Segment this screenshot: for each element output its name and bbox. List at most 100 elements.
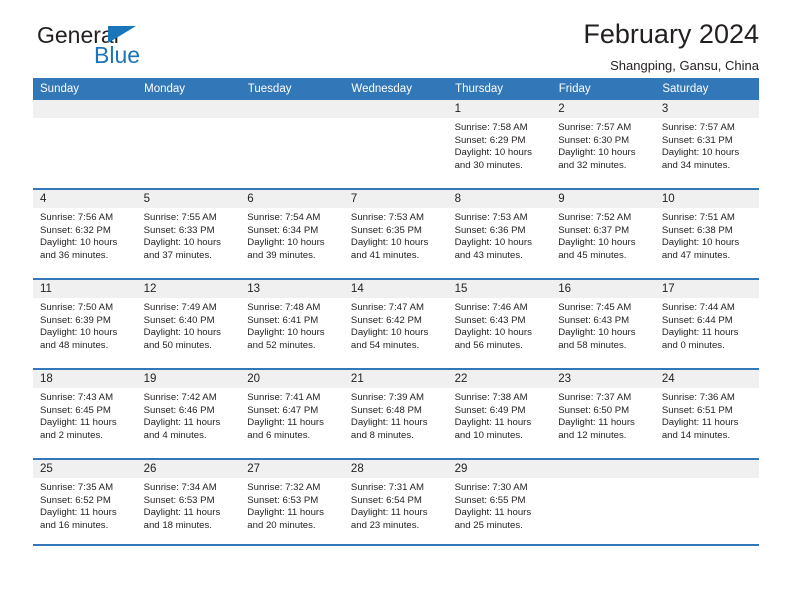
sunrise-text: Sunrise: 7:57 AM: [661, 122, 735, 133]
calendar-cell-day[interactable]: 9 Sunrise: 7:52 AM Sunset: 6:37 PM Daylight…: [551, 189, 655, 280]
daylight-text: Daylight: 10 hours and 52 minutes.: [247, 327, 325, 351]
calendar-cell-day[interactable]: 20 Sunrise: 7:41 AM Sunset: 6:47 PM Dayligh…: [240, 369, 344, 460]
sunset-text: Sunset: 6:41 PM: [247, 314, 319, 326]
day-details: Sunrise: 7:36 AM Sunset: 6:51 PM Daylight:…: [655, 388, 759, 442]
day-number: 10: [654, 190, 759, 208]
daylight-text: Daylight: 10 hours and 48 minutes.: [40, 327, 118, 351]
calendar-cell-day[interactable]: 17 Sunrise: 7:44 AM Sunset: 6:44 PM Dayligh…: [654, 279, 759, 370]
page-title: February 2024: [583, 19, 759, 49]
day-details: Sunrise: 7:31 AM Sunset: 6:54 PM Daylight:…: [344, 478, 448, 532]
calendar-cell-day[interactable]: 10 Sunrise: 7:51 AM Sunset: 6:38 PM Dayligh…: [654, 189, 759, 280]
calendar-cell-empty: [551, 459, 655, 546]
calendar-cell-day[interactable]: 21 Sunrise: 7:39 AM Sunset: 6:48 PM Dayligh…: [343, 369, 448, 460]
sunrise-text: Sunrise: 7:31 AM: [350, 482, 424, 493]
daylight-text: Daylight: 10 hours and 56 minutes.: [454, 327, 532, 351]
calendar-cell-day[interactable]: 28 Sunrise: 7:31 AM Sunset: 6:54 PM Dayligh…: [343, 459, 448, 546]
calendar-cell-day[interactable]: 8 Sunrise: 7:53 AM Sunset: 6:36 PM Daylight…: [447, 189, 552, 280]
calendar-cell-day[interactable]: 18 Sunrise: 7:43 AM Sunset: 6:45 PM Dayligh…: [33, 369, 137, 460]
weekday-header-sunday: Sunday: [33, 78, 138, 100]
calendar-cell-day[interactable]: 1 Sunrise: 7:58 AM Sunset: 6:29 PM Daylight…: [447, 100, 552, 190]
calendar-cell-empty: [240, 100, 344, 190]
day-details: Sunrise: 7:58 AM Sunset: 6:29 PM Daylight:…: [448, 118, 552, 172]
calendar-cell-day[interactable]: 4 Sunrise: 7:56 AM Sunset: 6:32 PM Daylight…: [33, 189, 137, 280]
daylight-text: Daylight: 11 hours and 16 minutes.: [40, 507, 117, 531]
day-details: Sunrise: 7:49 AM Sunset: 6:40 PM Daylight:…: [137, 298, 241, 352]
calendar-cell-day[interactable]: 3 Sunrise: 7:57 AM Sunset: 6:31 PM Daylight…: [654, 100, 759, 190]
daylight-text: Daylight: 11 hours and 4 minutes.: [143, 417, 221, 441]
calendar-cell-day[interactable]: 12 Sunrise: 7:49 AM Sunset: 6:40 PM Dayligh…: [136, 279, 241, 370]
sunset-text: Sunset: 6:53 PM: [143, 494, 215, 506]
day-details: Sunrise: 7:47 AM Sunset: 6:42 PM Daylight:…: [344, 298, 448, 352]
sunrise-text: Sunrise: 7:52 AM: [558, 212, 632, 223]
daylight-text: Daylight: 10 hours and 50 minutes.: [143, 327, 221, 351]
weekday-header-tuesday: Tuesday: [240, 78, 345, 100]
calendar-cell-day[interactable]: 19 Sunrise: 7:42 AM Sunset: 6:46 PM Dayligh…: [136, 369, 241, 460]
calendar-body: 1 Sunrise: 7:58 AM Sunset: 6:29 PM Daylight…: [33, 100, 759, 546]
day-number: 21: [343, 370, 448, 388]
calendar-cell-day[interactable]: 26 Sunrise: 7:34 AM Sunset: 6:53 PM Dayligh…: [136, 459, 241, 546]
weekday-header-friday: Friday: [551, 78, 656, 100]
calendar-cell-day[interactable]: 24 Sunrise: 7:36 AM Sunset: 6:51 PM Dayligh…: [654, 369, 759, 460]
day-number: 19: [136, 370, 241, 388]
sunrise-text: Sunrise: 7:50 AM: [40, 302, 114, 313]
calendar-cell-day[interactable]: 22 Sunrise: 7:38 AM Sunset: 6:49 PM Dayligh…: [447, 369, 552, 460]
sunset-text: Sunset: 6:38 PM: [661, 224, 733, 236]
sunset-text: Sunset: 6:37 PM: [558, 224, 630, 236]
brand-logo[interactable]: General Blue: [37, 22, 237, 74]
sunset-text: Sunset: 6:52 PM: [40, 494, 111, 506]
day-number: 12: [136, 280, 241, 298]
day-number: 18: [33, 370, 137, 388]
daylight-text: Daylight: 10 hours and 47 minutes.: [661, 237, 740, 261]
sunrise-text: Sunrise: 7:43 AM: [40, 392, 114, 403]
sunrise-text: Sunrise: 7:39 AM: [350, 392, 424, 403]
daylight-text: Daylight: 10 hours and 45 minutes.: [558, 237, 636, 261]
calendar-table: Sunday Monday Tuesday Wednesday Thursday…: [33, 78, 759, 546]
day-number: [240, 100, 344, 118]
day-number: 8: [447, 190, 552, 208]
day-number: 7: [343, 190, 448, 208]
calendar-cell-day[interactable]: 23 Sunrise: 7:37 AM Sunset: 6:50 PM Dayligh…: [551, 369, 655, 460]
calendar-cell-day[interactable]: 11 Sunrise: 7:50 AM Sunset: 6:39 PM Dayligh…: [33, 279, 137, 370]
sunset-text: Sunset: 6:31 PM: [661, 134, 733, 146]
sunset-text: Sunset: 6:40 PM: [143, 314, 215, 326]
calendar-cell-day[interactable]: 16 Sunrise: 7:45 AM Sunset: 6:43 PM Dayligh…: [551, 279, 655, 370]
calendar-cell-day[interactable]: 27 Sunrise: 7:32 AM Sunset: 6:53 PM Dayligh…: [240, 459, 344, 546]
weekday-header-wednesday: Wednesday: [343, 78, 449, 100]
day-number: 27: [240, 460, 344, 478]
daylight-text: Daylight: 10 hours and 30 minutes.: [454, 147, 532, 171]
calendar-cell-day[interactable]: 15 Sunrise: 7:46 AM Sunset: 6:43 PM Dayligh…: [447, 279, 552, 370]
sunset-text: Sunset: 6:51 PM: [661, 404, 733, 416]
day-number: 2: [551, 100, 655, 118]
sunset-text: Sunset: 6:44 PM: [661, 314, 733, 326]
sunrise-text: Sunrise: 7:57 AM: [558, 122, 632, 133]
calendar-cell-day[interactable]: 13 Sunrise: 7:48 AM Sunset: 6:41 PM Dayligh…: [240, 279, 344, 370]
day-details: Sunrise: 7:39 AM Sunset: 6:48 PM Daylight:…: [344, 388, 448, 442]
calendar-cell-empty: [136, 100, 241, 190]
sunrise-text: Sunrise: 7:36 AM: [661, 392, 735, 403]
title-block: February 2024 Shangping, Gansu, China: [583, 18, 759, 75]
calendar-week-row: 11 Sunrise: 7:50 AM Sunset: 6:39 PM Dayligh…: [33, 279, 759, 370]
day-details: Sunrise: 7:50 AM Sunset: 6:39 PM Daylight:…: [33, 298, 137, 352]
day-number: [654, 460, 759, 478]
calendar-cell-day[interactable]: 29 Sunrise: 7:30 AM Sunset: 6:55 PM Dayligh…: [447, 459, 552, 546]
daylight-text: Daylight: 11 hours and 25 minutes.: [454, 507, 532, 531]
sunset-text: Sunset: 6:32 PM: [40, 224, 111, 236]
day-details: Sunrise: 7:53 AM Sunset: 6:36 PM Daylight:…: [448, 208, 552, 262]
sunrise-text: Sunrise: 7:45 AM: [558, 302, 632, 313]
calendar-cell-day[interactable]: 14 Sunrise: 7:47 AM Sunset: 6:42 PM Dayligh…: [343, 279, 448, 370]
calendar-cell-day[interactable]: 7 Sunrise: 7:53 AM Sunset: 6:35 PM Daylight…: [343, 189, 448, 280]
sunset-text: Sunset: 6:35 PM: [350, 224, 422, 236]
calendar-cell-day[interactable]: 6 Sunrise: 7:54 AM Sunset: 6:34 PM Daylight…: [240, 189, 344, 280]
calendar-cell-day[interactable]: 25 Sunrise: 7:35 AM Sunset: 6:52 PM Dayligh…: [33, 459, 137, 546]
day-number: 22: [447, 370, 552, 388]
day-number: 5: [136, 190, 241, 208]
calendar-cell-day[interactable]: 2 Sunrise: 7:57 AM Sunset: 6:30 PM Daylight…: [551, 100, 655, 190]
page-header: General Blue February 2024 Shangping, Ga…: [33, 0, 759, 75]
day-details: Sunrise: 7:38 AM Sunset: 6:49 PM Daylight:…: [448, 388, 552, 442]
sunrise-text: Sunrise: 7:42 AM: [143, 392, 217, 403]
daylight-text: Daylight: 11 hours and 2 minutes.: [40, 417, 117, 441]
calendar-cell-day[interactable]: 5 Sunrise: 7:55 AM Sunset: 6:33 PM Daylight…: [136, 189, 241, 280]
day-details: Sunrise: 7:41 AM Sunset: 6:47 PM Daylight:…: [240, 388, 344, 442]
triangle-icon: [108, 26, 136, 43]
daylight-text: Daylight: 11 hours and 14 minutes.: [661, 417, 739, 441]
